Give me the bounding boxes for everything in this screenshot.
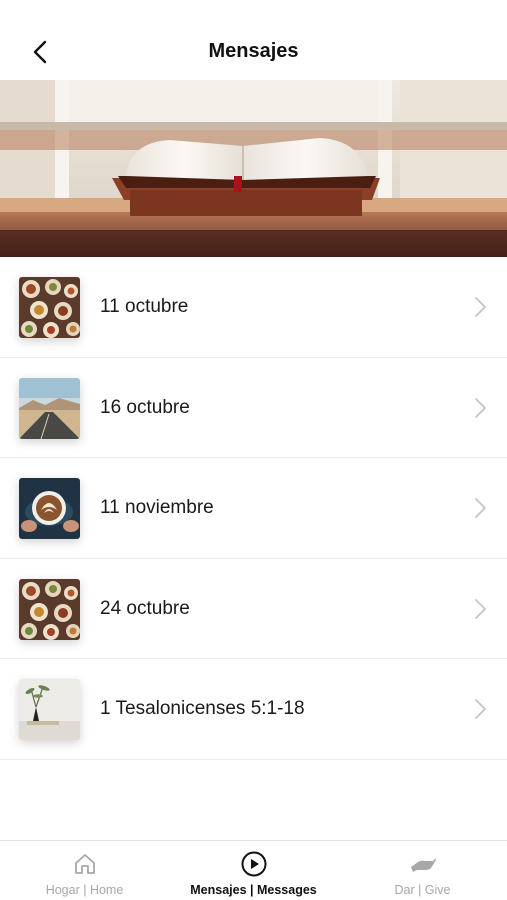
tab-home[interactable]: Hogar | Home: [0, 841, 169, 900]
tab-messages[interactable]: Mensajes | Messages: [169, 841, 338, 900]
chevron-right-icon: [475, 397, 486, 418]
status-bar: [0, 0, 507, 24]
chevron-right-icon: [475, 297, 486, 317]
thumbnail-food-table: [19, 277, 80, 338]
tab-label: Dar | Give: [394, 883, 451, 897]
messages-list: 11 octubre 16 octubre 11 noviembre 24 oc…: [0, 257, 507, 760]
thumbnail-vase-plant: [19, 679, 80, 740]
list-item-label: 11 octubre: [100, 296, 189, 317]
list-item[interactable]: 24 octubre: [0, 558, 507, 659]
chevron-right-icon: [475, 699, 486, 719]
chevron-right-icon: [475, 498, 486, 518]
home-icon: [74, 854, 95, 874]
tab-give[interactable]: Dar | Give: [338, 841, 507, 900]
chevron-right-icon: [475, 598, 486, 619]
list-item-label: 11 noviembre: [100, 497, 214, 518]
play-circle-icon: [241, 851, 266, 877]
tab-label: Mensajes | Messages: [190, 883, 317, 897]
list-item-label: 1 Tesalonicenses 5:1-18: [100, 698, 305, 719]
list-item-label: 16 octubre: [100, 396, 190, 418]
thumbnail-food-table: [19, 578, 80, 640]
thumbnail-desert-road: [19, 377, 80, 439]
hero-image: [0, 80, 507, 257]
give-hand-icon: [410, 858, 436, 872]
list-item-label: 24 octubre: [100, 597, 190, 619]
page-title: Mensajes: [208, 40, 299, 62]
list-item[interactable]: 11 noviembre: [0, 458, 507, 559]
tab-bar: Hogar | Home Mensajes | Messages Dar | G…: [0, 840, 507, 900]
thumbnail-latte-art: [19, 478, 80, 539]
tab-label: Hogar | Home: [45, 883, 124, 897]
header: Mensajes: [0, 24, 507, 80]
list-item[interactable]: 16 octubre: [0, 357, 507, 458]
list-item[interactable]: 11 octubre: [0, 257, 507, 358]
list-item[interactable]: 1 Tesalonicenses 5:1-18: [0, 659, 507, 760]
